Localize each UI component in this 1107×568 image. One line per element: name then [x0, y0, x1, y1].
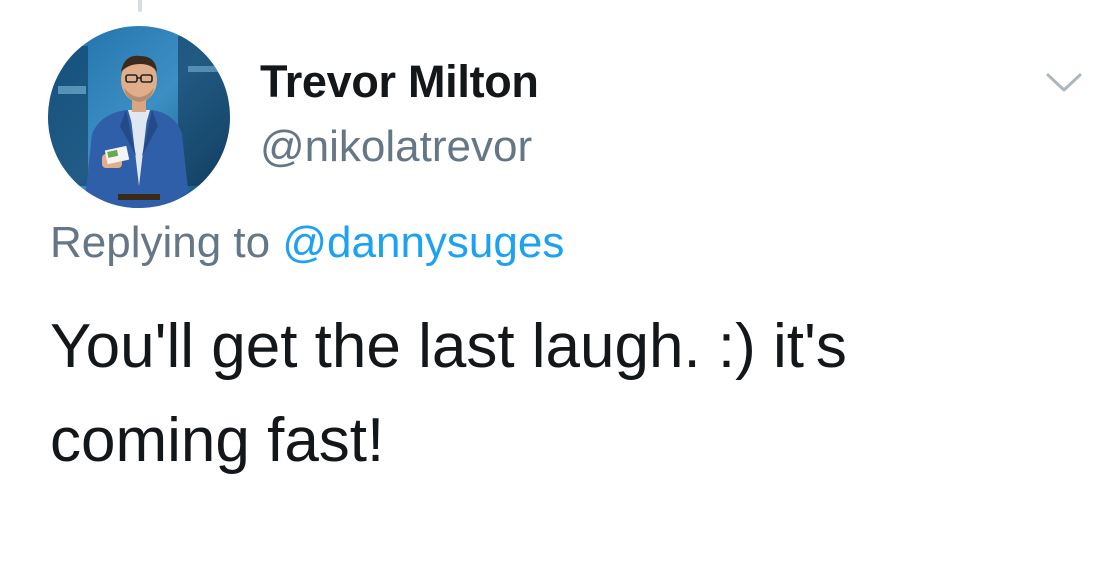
thread-connector-line: [138, 0, 142, 12]
avatar[interactable]: [48, 26, 230, 208]
author-handle[interactable]: @nikolatrevor: [260, 122, 532, 172]
replying-to-label: Replying to: [50, 218, 271, 267]
avatar-photo: [48, 26, 230, 208]
reply-mention-link[interactable]: @dannysuges: [282, 218, 564, 267]
tweet-text-line-2: coming fast!: [50, 406, 385, 475]
chevron-down-icon[interactable]: [1044, 70, 1084, 96]
replying-to-line: Replying to @dannysuges: [50, 218, 564, 268]
tweet-text: You'll get the last laugh. :) it's comin…: [50, 300, 1060, 488]
tweet-text-line-1: You'll get the last laugh. :) it's: [50, 312, 847, 381]
author-display-name[interactable]: Trevor Milton: [260, 56, 539, 108]
